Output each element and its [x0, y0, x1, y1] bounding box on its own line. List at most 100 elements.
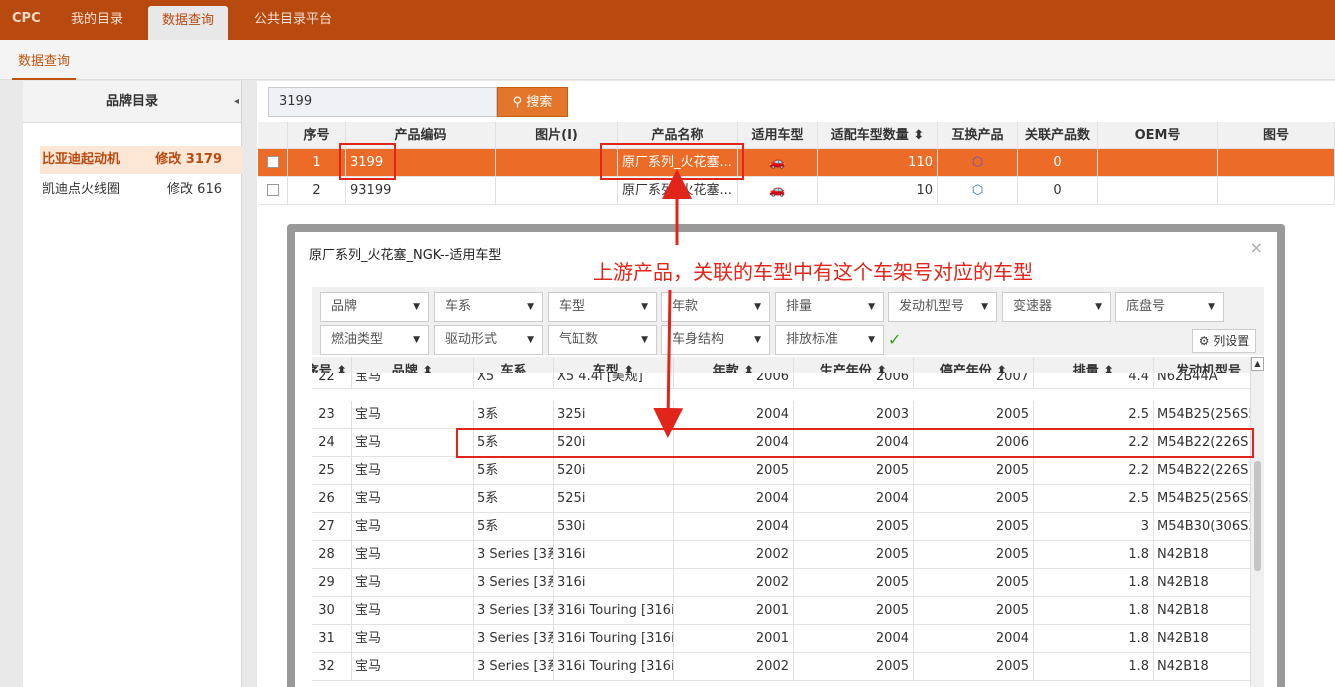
nav-public-catalog[interactable]: 公共目录平台: [240, 0, 346, 40]
scroll-up-icon[interactable]: ▲: [1251, 357, 1264, 371]
cell-index: 26: [312, 485, 352, 512]
brand-item[interactable]: 比亚迪起动机 修改 3179: [40, 146, 242, 174]
cell-model: X5 4.4i [美规]: [554, 373, 674, 388]
column-settings-label: 列设置: [1213, 334, 1250, 348]
cell-model: 316i: [554, 541, 674, 568]
cell-engine: N42B18: [1154, 653, 1250, 680]
cell-series: 5系: [474, 457, 554, 484]
cell-year: 2005: [674, 457, 794, 484]
row-related-count: 0: [1018, 149, 1098, 176]
row-oem: [1098, 149, 1218, 176]
brand-catalog-header: 品牌目录 ◂: [23, 81, 241, 123]
table-row[interactable]: 26宝马5系525i2004200420052.5M54B25(256S5): [312, 485, 1250, 513]
table-row[interactable]: 29宝马3 Series [3系]316i2002200520051.8N42B…: [312, 569, 1250, 597]
search-input[interactable]: 3199: [268, 87, 497, 117]
collapse-icon[interactable]: ◂: [234, 81, 239, 123]
col-header-oem: OEM号: [1098, 122, 1218, 148]
filter-displacement[interactable]: 排量 ▼: [775, 292, 884, 322]
app-brand: CPC: [12, 11, 41, 26]
brand-catalog-title: 品牌目录: [105, 94, 158, 109]
filter-drive-type[interactable]: 驱动形式 ▼: [434, 325, 543, 355]
cell-brand: 宝马: [352, 653, 474, 680]
search-button[interactable]: ⚲ 搜索: [497, 87, 568, 117]
cell-brand: 宝马: [352, 625, 474, 652]
filter-chassis[interactable]: 底盘号 ▼: [1115, 292, 1224, 322]
close-icon[interactable]: ×: [1250, 238, 1263, 257]
cell-year: 2004: [674, 485, 794, 512]
filter-brand[interactable]: 品牌 ▼: [320, 292, 429, 322]
nav-my-catalog[interactable]: 我的目录: [57, 0, 137, 40]
cell-year: 2002: [674, 653, 794, 680]
car-icon[interactable]: 🚗: [738, 177, 818, 204]
cell-end-year: 2005: [914, 569, 1034, 596]
cell-engine: N42B18: [1154, 541, 1250, 568]
col-header-model-count[interactable]: 适配车型数量 ⬍: [818, 122, 938, 148]
cell-model: 325i: [554, 401, 674, 428]
cell-engine: M54B30(306S3): [1154, 513, 1250, 540]
brand-item-count: 修改 3179: [155, 152, 222, 167]
nav-data-query[interactable]: 数据查询: [148, 6, 229, 40]
filter-label: 排放标准: [786, 332, 839, 347]
cell-displacement: 3: [1034, 513, 1154, 540]
filter-model[interactable]: 车型 ▼: [548, 292, 657, 322]
caret-down-icon: ▼: [981, 302, 988, 312]
table-row[interactable]: 1 3199 原厂系列_火花塞... 🚗 110 ⬡ 0: [258, 149, 1335, 177]
caret-down-icon: ▼: [527, 302, 534, 312]
cell-brand: 宝马: [352, 373, 474, 388]
cube-icon[interactable]: ⬡: [938, 149, 1018, 176]
cell-displacement: 1.8: [1034, 569, 1154, 596]
table-row[interactable]: 32宝马3 Series [3系]316i Touring [316i 旅行]2…: [312, 653, 1250, 681]
filter-body-type[interactable]: 车身结构 ▼: [661, 325, 770, 355]
sort-icon: ⬍: [913, 128, 925, 143]
cell-index: 23: [312, 401, 352, 428]
column-settings-button[interactable]: ⚙ 列设置: [1192, 329, 1256, 353]
table-row[interactable]: 30宝马3 Series [3系]316i Touring [316i 旅行]2…: [312, 597, 1250, 625]
row-checkbox[interactable]: [258, 149, 288, 176]
top-nav-bar: CPC 我的目录 数据查询 公共目录平台: [0, 0, 1335, 40]
cell-end-year: 2005: [914, 541, 1034, 568]
table-row[interactable]: 2 93199 原厂系列_火花塞... 🚗 10 ⬡ 0: [258, 177, 1335, 205]
cell-year: 2001: [674, 625, 794, 652]
cell-engine: M54B25(256S5): [1154, 401, 1250, 428]
filter-label: 车型: [559, 299, 586, 314]
filter-label: 车身结构: [672, 332, 725, 347]
col-header-applicable-models: 适用车型: [738, 122, 818, 148]
filter-cylinders[interactable]: 气缸数 ▼: [548, 325, 657, 355]
filter-label: 气缸数: [559, 332, 599, 347]
table-row[interactable]: 23宝马3系325i2004200320052.5M54B25(256S5): [312, 401, 1250, 429]
scroll-thumb[interactable]: [1254, 461, 1261, 571]
table-row[interactable]: 31宝马3 Series [3系]316i Touring [316i 旅行]2…: [312, 625, 1250, 653]
cell-index: 29: [312, 569, 352, 596]
filter-series[interactable]: 车系 ▼: [434, 292, 543, 322]
cell-series: 3系: [474, 401, 554, 428]
filter-engine-model[interactable]: 发动机型号 ▼: [888, 292, 997, 322]
row-model-count: 110: [818, 149, 938, 176]
cell-start-year: 2004: [794, 625, 914, 652]
tab-data-query[interactable]: 数据查询: [12, 50, 77, 80]
cell-index: 32: [312, 653, 352, 680]
row-image: [496, 177, 618, 204]
brand-item[interactable]: 凯迪点火线圈 修改 616: [40, 176, 242, 204]
cell-index: 30: [312, 597, 352, 624]
highlight-row-box: [456, 428, 1254, 458]
annotation-text: 上游产品，关联的车型中有这个车架号对应的车型: [593, 260, 1033, 284]
grid-scrollbar[interactable]: ▲: [1250, 357, 1264, 687]
dialog-title: 原厂系列_火花塞_NGK--适用车型: [309, 248, 502, 263]
table-row[interactable]: 28宝马3 Series [3系]316i2002200520051.8N42B…: [312, 541, 1250, 569]
table-row[interactable]: 25宝马5系520i2005200520052.2M54B22(226S1): [312, 457, 1250, 485]
filter-fuel-type[interactable]: 燃油类型 ▼: [320, 325, 429, 355]
row-drawing-no: [1218, 177, 1335, 204]
car-icon[interactable]: 🚗: [738, 149, 818, 176]
filter-label: 底盘号: [1126, 299, 1166, 314]
table-row[interactable]: 22 宝马 X5 X5 4.4i [美规] 2006 2006 2007 4.4 N62B44A: [312, 373, 1250, 389]
cell-brand: 宝马: [352, 485, 474, 512]
highlight-name-box: [600, 143, 744, 180]
filter-emission-standard[interactable]: 排放标准 ▼: [775, 325, 884, 355]
table-row[interactable]: 27宝马5系530i2004200520053M54B30(306S3): [312, 513, 1250, 541]
filter-year[interactable]: 年款 ▼: [661, 292, 770, 322]
cube-icon[interactable]: ⬡: [938, 177, 1018, 204]
row-checkbox[interactable]: [258, 177, 288, 204]
filter-transmission[interactable]: 变速器 ▼: [1002, 292, 1111, 322]
clear-filter-icon[interactable]: ✓: [888, 330, 901, 349]
cell-year: 2001: [674, 597, 794, 624]
